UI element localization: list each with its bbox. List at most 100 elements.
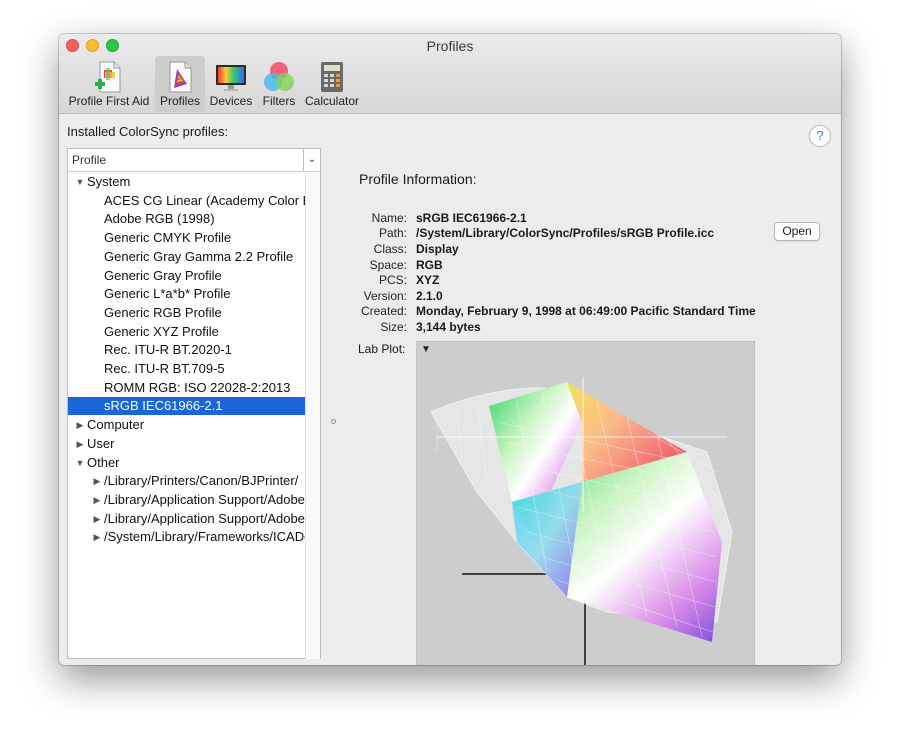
lab-plot-label: Lab Plot:: [358, 342, 406, 356]
installed-profiles-label: Installed ColorSync profiles:: [67, 124, 229, 139]
profile-list-item[interactable]: ▶/Library/Printers/Canon/BJPrinter/: [68, 472, 305, 490]
tree-item-label: User: [87, 435, 115, 451]
tree-item-label: /Library/Printers/Canon/BJPrinter/: [104, 473, 299, 489]
profile-list-item[interactable]: ▶/Library/Application Support/Adobe: [68, 491, 305, 509]
info-row: Space: RGB: [351, 258, 781, 274]
tree-item-label: Generic XYZ Profile: [104, 323, 219, 339]
tree-item-label: Rec. ITU-R BT.709-5: [104, 361, 225, 376]
info-key: Path:: [378, 226, 407, 240]
profile-list-item[interactable]: ACES CG Linear (Academy Color Encoding S…: [68, 192, 305, 210]
tree-item-label: /Library/Application Support/Adobe: [104, 491, 305, 507]
toolbar-profile-first-aid[interactable]: Profile First Aid: [64, 56, 154, 112]
info-value: Monday, February 9, 1998 at 06:49:00 Pac…: [416, 304, 756, 318]
info-value: 3,144 bytes: [416, 320, 481, 334]
info-value: RGB: [416, 258, 443, 272]
tree-item-label: /Library/Application Support/Adobe: [104, 510, 305, 526]
profile-list-item[interactable]: Generic Gray Profile: [68, 267, 305, 285]
info-key: Version:: [363, 289, 407, 303]
lab-gamut-graphic: [430, 377, 733, 665]
list-column-header[interactable]: Profile ⌄: [68, 149, 320, 172]
info-value: Display: [416, 242, 459, 256]
tree-item-label: Other: [87, 454, 120, 470]
info-row: Class: Display: [351, 242, 781, 258]
tree-item-label: Generic Gray Profile: [104, 267, 222, 283]
toolbar-profiles[interactable]: Profiles: [155, 56, 205, 112]
disclosure-expanded-icon[interactable]: ▼: [74, 454, 86, 472]
toolbar-filters[interactable]: Filters: [257, 56, 301, 112]
tree-item-label: Adobe RGB (1998): [104, 211, 215, 227]
info-value: 2.1.0: [416, 289, 443, 303]
title-bar: Profiles Profile First Aid Profiles Devi…: [59, 34, 841, 114]
disclosure-collapsed-icon[interactable]: ▶: [91, 472, 103, 490]
chevron-down-icon[interactable]: ⌄: [303, 149, 320, 171]
profile-list-item[interactable]: Generic CMYK Profile: [68, 229, 305, 247]
info-value: sRGB IEC61966-2.1: [416, 211, 527, 225]
info-key: Size:: [380, 320, 407, 334]
tree-item-label: Generic CMYK Profile: [104, 230, 232, 246]
profile-list-item[interactable]: Generic Gray Gamma 2.2 Profile: [68, 248, 305, 266]
help-button[interactable]: ?: [809, 125, 831, 147]
disclosure-collapsed-icon[interactable]: ▶: [91, 510, 103, 528]
toolbar-label: Calculator: [304, 94, 360, 108]
filters-icon: [262, 60, 296, 94]
info-key: Space:: [369, 258, 407, 272]
profile-list-item[interactable]: Generic XYZ Profile: [68, 323, 305, 341]
vertical-scrollbar[interactable]: [305, 173, 320, 659]
profile-list-item[interactable]: sRGB IEC61966-2.1: [68, 397, 305, 416]
tree-item-label: Computer: [87, 417, 145, 433]
info-row: Name: sRGB IEC61966-2.1: [351, 211, 781, 227]
first-aid-icon: [92, 60, 126, 94]
tree-item-label: Generic Gray Gamma 2.2 Profile: [104, 248, 294, 264]
info-key: Name:: [371, 211, 407, 225]
content-area: Installed ColorSync profiles: Profile ⌄ …: [59, 114, 841, 665]
toolbar-label: Profile First Aid: [68, 94, 150, 108]
tree-group[interactable]: ▶ User: [68, 435, 305, 453]
toolbar-calculator[interactable]: Calculator: [302, 56, 362, 112]
tree-item-label: ACES CG Linear (Academy Color Encoding S…: [104, 192, 305, 208]
disclosure-collapsed-icon[interactable]: ▶: [91, 528, 103, 546]
info-key: Created:: [360, 304, 407, 318]
column-header-label: Profile: [72, 153, 107, 167]
profile-list[interactable]: Profile ⌄ ▼ System ACES CG Linear (Academy…: [67, 148, 321, 659]
info-value: /System/Library/ColorSync/Profiles/sRGB …: [416, 226, 715, 240]
info-value: XYZ: [416, 273, 440, 287]
disclosure-collapsed-icon[interactable]: ▶: [74, 435, 86, 453]
tree-group[interactable]: ▼ System: [68, 173, 305, 191]
disclosure-expanded-icon[interactable]: ▼: [74, 173, 86, 191]
tree-group[interactable]: ▶ Computer: [68, 416, 305, 434]
info-row: Size: 3,144 bytes: [351, 320, 781, 336]
info-row: PCS: XYZ: [351, 273, 781, 289]
profile-list-item[interactable]: ROMM RGB: ISO 22028-2:2013: [68, 379, 305, 397]
tree-item-label: System: [87, 174, 131, 189]
toolbar-label: Profiles: [159, 94, 200, 108]
tree-item-label: sRGB IEC61966-2.1: [104, 398, 223, 414]
profile-list-item[interactable]: Rec. ITU-R BT.709-5: [68, 360, 305, 378]
info-key: Class:: [373, 242, 407, 256]
profile-info-title: Profile Information:: [359, 171, 477, 187]
profile-list-item[interactable]: Generic RGB Profile: [68, 304, 305, 322]
info-row: Created: Monday, February 9, 1998 at 06:4…: [351, 304, 781, 320]
tree-item-label: Rec. ITU-R BT.2020-1: [104, 342, 232, 358]
profile-list-item[interactable]: ▶/Library/Application Support/Adobe: [68, 510, 305, 528]
profile-list-item[interactable]: Generic L*a*b* Profile: [68, 285, 305, 303]
info-row: Version: 2.1.0: [351, 289, 781, 305]
colorsync-window: Profiles Profile First Aid Profiles Devi…: [59, 34, 841, 665]
profiles-icon: [163, 60, 197, 94]
profile-list-item[interactable]: Rec. ITU-R BT.2020-1: [68, 341, 305, 359]
open-button[interactable]: Open: [774, 222, 820, 241]
tree-item-label: /System/Library/Frameworks/ICADevices: [104, 529, 305, 545]
lab-plot[interactable]: ▼: [416, 341, 755, 665]
tree-item-label: ROMM RGB: ISO 22028-2:2013: [104, 379, 291, 395]
disclosure-collapsed-icon[interactable]: ▶: [74, 416, 86, 434]
toolbar-label: Filters: [262, 94, 296, 108]
tree-item-label: Generic L*a*b* Profile: [104, 286, 231, 302]
info-key: PCS:: [378, 273, 407, 287]
profile-list-item[interactable]: ▶/System/Library/Frameworks/ICADevices: [68, 528, 305, 546]
toolbar-devices[interactable]: Devices: [206, 56, 256, 112]
tree-group[interactable]: ▼ Other: [68, 454, 305, 472]
disclosure-collapsed-icon[interactable]: ▶: [91, 491, 103, 509]
profile-list-item[interactable]: Adobe RGB (1998): [68, 210, 305, 228]
devices-icon: [214, 60, 248, 94]
tree-item-label: Generic RGB Profile: [104, 304, 222, 320]
splitter-handle[interactable]: [331, 419, 336, 424]
